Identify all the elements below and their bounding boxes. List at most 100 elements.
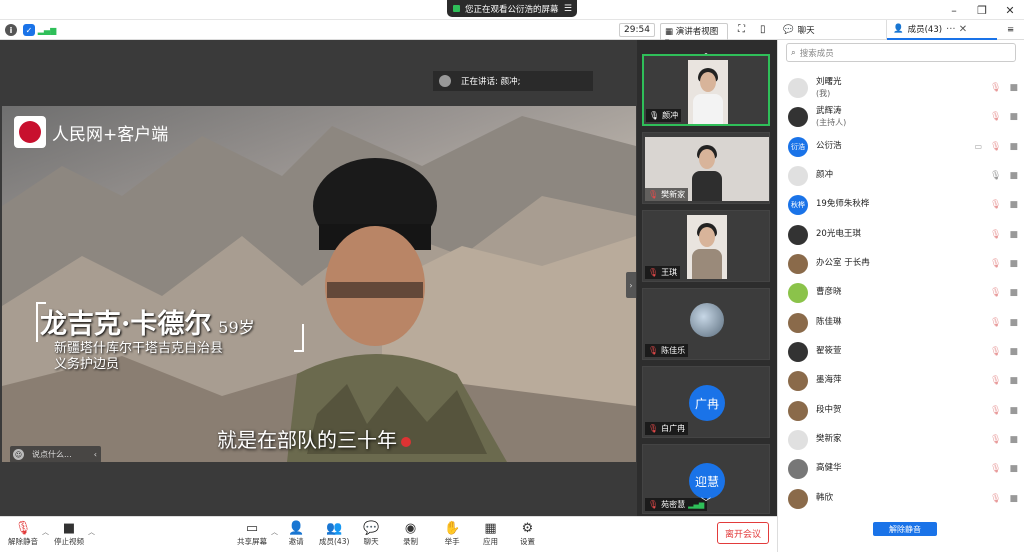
mic-off-icon[interactable]: 🎙 xyxy=(990,288,1001,298)
avatar xyxy=(788,106,808,127)
list-item[interactable]: 刘曙光 (我) 🎙 ■ xyxy=(788,73,1018,102)
sidebar-toggle-icon[interactable]: ▯ xyxy=(760,24,766,35)
list-item[interactable]: 翟筱萱 🎙 ■ xyxy=(788,337,1018,366)
mic-off-icon[interactable]: 🎙 xyxy=(990,376,1001,386)
signal-icon[interactable]: ▂▄▆ xyxy=(38,24,56,36)
camera-icon[interactable]: ■ xyxy=(1009,347,1018,357)
stop-video-button[interactable]: ■ 停止视频 xyxy=(54,521,84,547)
mic-off-icon[interactable]: 🎙 xyxy=(990,318,1001,328)
chat-button[interactable]: 💬 聊天 xyxy=(363,521,379,547)
list-item[interactable]: 衍浩 公衍浩 ▭ 🎙 ■ xyxy=(788,132,1018,161)
camera-icon[interactable]: ■ xyxy=(1009,83,1018,93)
camera-icon[interactable]: ■ xyxy=(1009,230,1018,240)
search-input[interactable]: ⌕ 搜索成员 xyxy=(786,43,1016,62)
unmute-all-button[interactable]: 解除静音 xyxy=(873,522,937,536)
camera-icon[interactable]: ■ xyxy=(1009,112,1018,122)
mic-off-icon[interactable]: 🎙 xyxy=(990,406,1001,416)
avatar xyxy=(690,303,724,337)
camera-icon[interactable]: ■ xyxy=(1009,318,1018,328)
mic-off-icon[interactable]: 🎙 xyxy=(990,230,1001,240)
shield-icon[interactable]: ✓ xyxy=(23,24,35,36)
list-item[interactable]: 办公室 于长冉 🎙 ■ xyxy=(788,249,1018,278)
info-icon[interactable]: i xyxy=(5,24,17,36)
camera-icon[interactable]: ■ xyxy=(1009,435,1018,445)
mic-off-icon[interactable]: 🎙 xyxy=(990,142,1001,152)
mic-on-icon[interactable]: 🎙 xyxy=(990,171,1001,181)
emoji-icon[interactable]: ☺ xyxy=(13,449,24,460)
list-item[interactable]: 曹彦晓 🎙 ■ xyxy=(788,278,1018,307)
leave-meeting-button[interactable]: 离开会议 xyxy=(717,522,769,544)
list-item[interactable]: 颜冲 🎙 ■ xyxy=(788,161,1018,190)
caption-bracket-right xyxy=(294,324,304,352)
camera-icon[interactable]: ■ xyxy=(1009,259,1018,269)
chevron-up-icon[interactable]: ︿ xyxy=(42,527,49,537)
unmute-button[interactable]: 🎙 解除静音 xyxy=(8,521,38,547)
chat-icon: 💬 xyxy=(783,25,794,35)
gallery-collapse-toggle[interactable]: › xyxy=(626,272,636,298)
chevron-down-icon[interactable]: ﹀ xyxy=(701,494,711,509)
member-name: 武辉涛 xyxy=(816,105,842,116)
invite-button[interactable]: 👤 邀请 xyxy=(288,521,304,547)
tab-chat[interactable]: 💬 聊天 xyxy=(777,20,887,40)
gallery-tile[interactable]: 🎙 陈佳乐 xyxy=(642,288,770,360)
list-item[interactable]: 秋桦 19免师朱秋桦 🎙 ■ xyxy=(788,190,1018,219)
shared-screen-video[interactable]: 人民网+客户端 龙吉克·卡德尔 59岁 新疆塔什库尔干塔吉克自治县 义务护边员 … xyxy=(2,106,636,462)
gallery-tile[interactable]: 🎙 王琪 xyxy=(642,210,770,282)
mic-off-icon[interactable]: 🎙 xyxy=(990,494,1001,504)
list-item[interactable]: 韩欣 🎙 ■ xyxy=(788,484,1018,513)
list-item[interactable]: 陈佳琳 🎙 ■ xyxy=(788,308,1018,337)
camera-icon[interactable]: ■ xyxy=(1009,494,1018,504)
record-icon: ◉ xyxy=(404,521,417,536)
tile-name-tag: 🎙 颜冲 xyxy=(646,109,682,122)
screen-share-indicator[interactable]: 您正在观看公衍浩的屏幕 ☰ xyxy=(447,0,577,17)
tab-members[interactable]: 👤 成员(43) ··· ✕ xyxy=(887,20,997,40)
members-button[interactable]: 👥 成员(43) xyxy=(319,521,349,547)
mic-off-icon: 🎙 xyxy=(648,500,659,509)
camera-icon[interactable]: ■ xyxy=(1009,288,1018,298)
minimize-icon[interactable]: – xyxy=(940,0,968,20)
comment-input[interactable]: ☺ 说点什么... ‹ xyxy=(10,446,101,463)
mic-off-icon[interactable]: 🎙 xyxy=(990,112,1001,122)
settings-button[interactable]: ⚙ 设置 xyxy=(520,521,535,547)
panel-menu-icon[interactable]: ≡ xyxy=(997,20,1024,40)
menu-icon[interactable]: ☰ xyxy=(564,4,572,14)
list-item[interactable]: 20光电王琪 🎙 ■ xyxy=(788,220,1018,249)
members-panel: ⌕ 搜索成员 刘曙光 (我) 🎙 ■ 武辉涛 (主持人) 🎙 ■ 衍浩 公衍浩 ▭ 🎙 ■ … xyxy=(777,40,1024,552)
raise-hand-button[interactable]: ✋ 举手 xyxy=(444,521,460,547)
list-item[interactable]: 段中贺 🎙 ■ xyxy=(788,396,1018,425)
mic-off-icon[interactable]: 🎙 xyxy=(990,435,1001,445)
camera-icon[interactable]: ■ xyxy=(1009,142,1018,152)
camera-icon[interactable]: ■ xyxy=(1009,406,1018,416)
gallery-tile[interactable]: 🎙 颜冲 xyxy=(642,54,770,126)
gallery-tile[interactable]: 广冉 🎙 白广冉 xyxy=(642,366,770,438)
list-item[interactable]: 武辉涛 (主持人) 🎙 ■ xyxy=(788,102,1018,131)
member-name: 颜冲 xyxy=(816,170,834,180)
apps-button[interactable]: ▦ 应用 xyxy=(483,521,498,547)
camera-icon[interactable]: ■ xyxy=(1009,376,1018,386)
more-icon[interactable]: ··· ✕ xyxy=(946,24,967,35)
person-name: 龙吉克·卡德尔 xyxy=(40,309,212,340)
list-item[interactable]: 墨海萍 🎙 ■ xyxy=(788,366,1018,395)
speaking-label: 正在讲话: 颜冲; xyxy=(461,77,521,87)
user-icon: 👤 xyxy=(893,24,904,34)
chevron-up-icon[interactable]: ︿ xyxy=(271,527,278,537)
mic-off-icon[interactable]: 🎙 xyxy=(990,347,1001,357)
list-item[interactable]: 高健华 🎙 ■ xyxy=(788,454,1018,483)
chevron-left-icon[interactable]: ‹ xyxy=(94,450,97,459)
restore-icon[interactable]: ❐ xyxy=(968,0,996,20)
fullscreen-icon[interactable]: ⛶ xyxy=(738,24,745,35)
list-item[interactable]: 樊新家 🎙 ■ xyxy=(788,425,1018,454)
record-button[interactable]: ◉ 录制 xyxy=(403,521,418,547)
meeting-toolbar: i ✓ ▂▄▆ 29:54 ▦ 演讲者视图 ▾ ⛶ ▯ xyxy=(0,20,777,49)
camera-icon[interactable]: ■ xyxy=(1009,464,1018,474)
mic-off-icon[interactable]: 🎙 xyxy=(990,464,1001,474)
chevron-up-icon[interactable]: ︿ xyxy=(88,527,95,537)
mic-off-icon[interactable]: 🎙 xyxy=(990,200,1001,210)
mic-off-icon[interactable]: 🎙 xyxy=(990,83,1001,93)
mic-off-icon[interactable]: 🎙 xyxy=(990,259,1001,269)
camera-icon[interactable]: ■ xyxy=(1009,200,1018,210)
share-screen-button[interactable]: ▭ 共享屏幕 xyxy=(237,521,267,547)
gallery-tile[interactable]: 🎙 樊新家 xyxy=(642,132,770,204)
close-icon[interactable]: ✕ xyxy=(996,0,1024,20)
camera-icon[interactable]: ■ xyxy=(1009,171,1018,181)
